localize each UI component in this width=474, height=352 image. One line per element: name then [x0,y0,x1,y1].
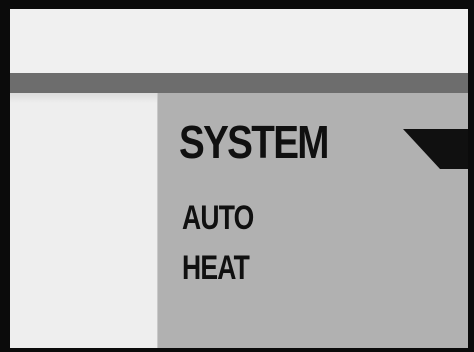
system-title: SYSTEM [179,116,329,168]
left-blank-panel [10,93,158,348]
top-blank-panel [10,9,468,73]
system-option-heat[interactable]: HEAT [182,251,250,285]
thermostat-display: SYSTEM AUTO HEAT [0,0,474,352]
system-mode-panel[interactable]: SYSTEM AUTO HEAT [158,93,468,348]
system-option-auto[interactable]: AUTO [182,201,254,235]
selection-pointer-icon [403,129,468,169]
top-divider-bar [10,73,468,93]
